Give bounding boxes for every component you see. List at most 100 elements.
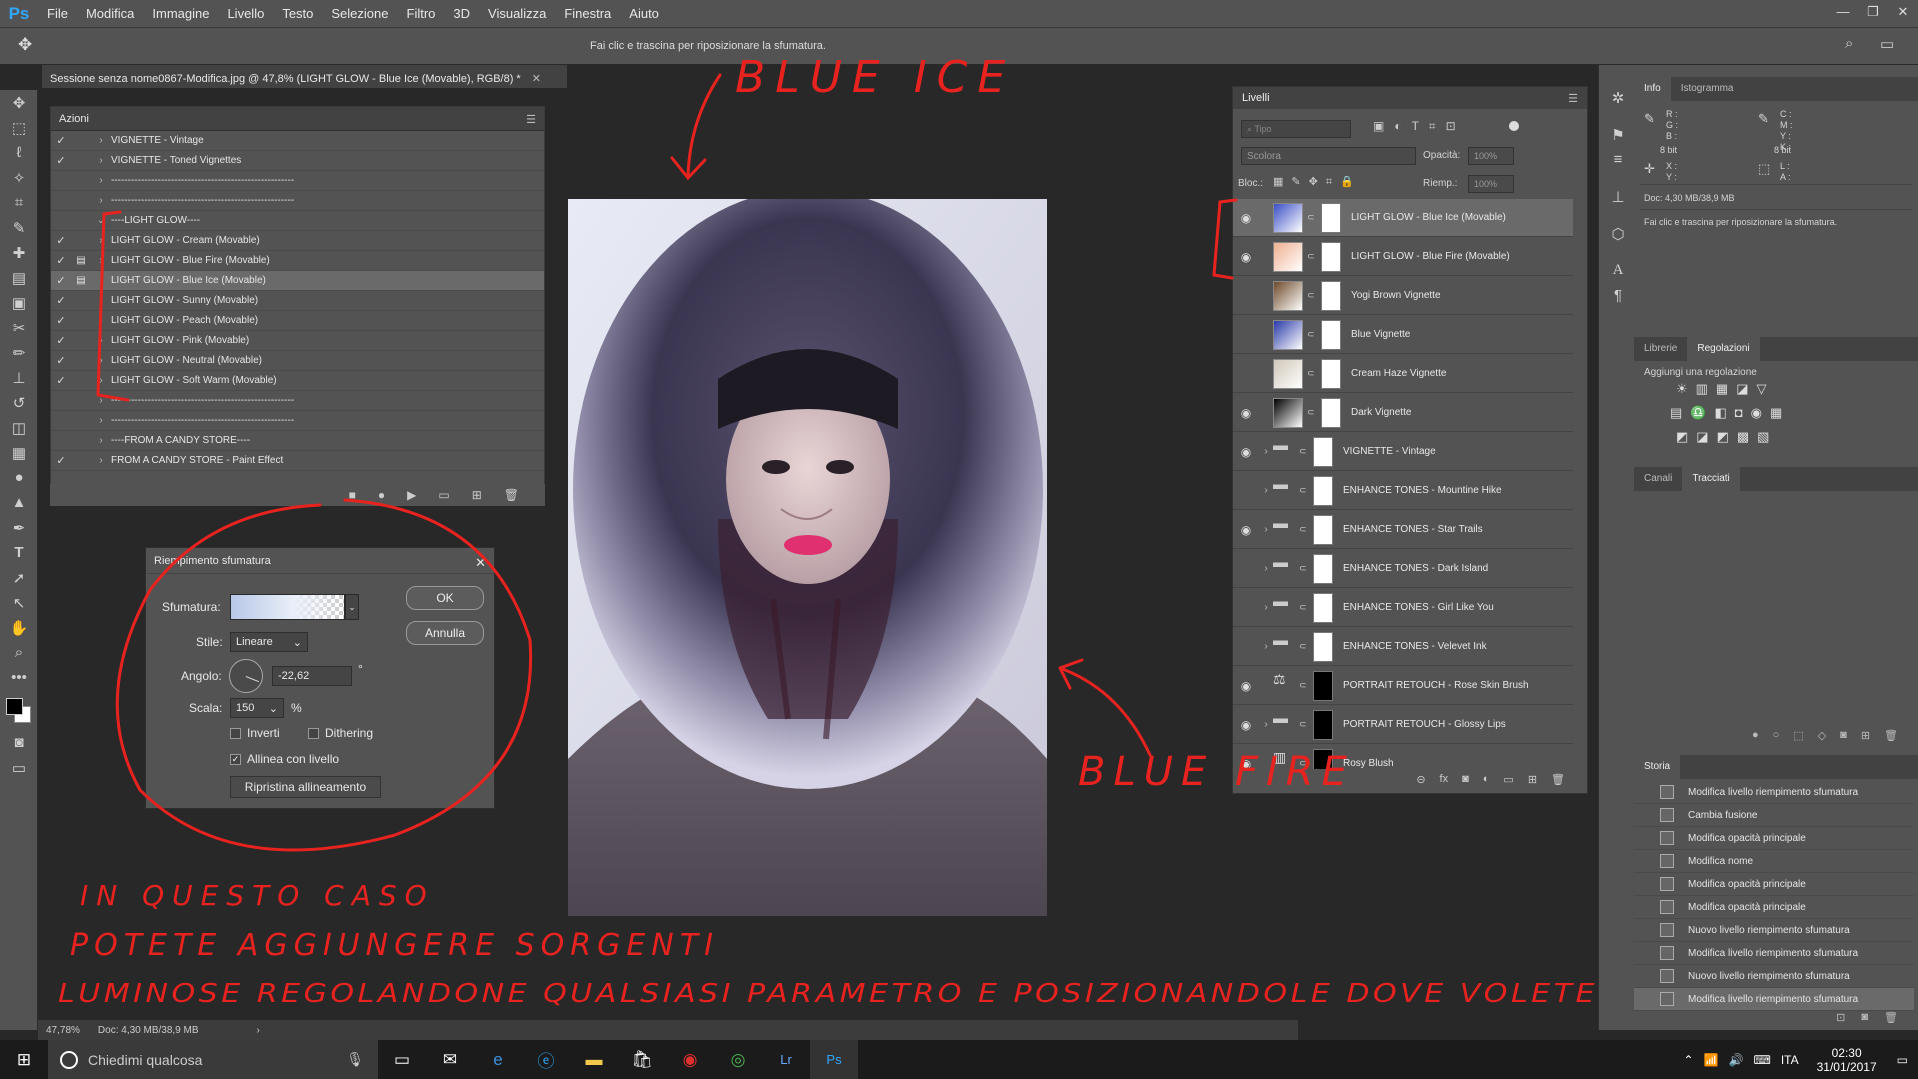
layer-mask-thumbnail[interactable] <box>1313 475 1333 506</box>
magic-wand-icon[interactable]: ✧ <box>0 165 38 190</box>
add-mask-path-icon[interactable]: ◙ <box>1840 729 1847 749</box>
layer-mask-thumbnail[interactable] <box>1313 748 1333 769</box>
layer-row[interactable]: ◉ ▥ ⊂ Rosy Blush <box>1233 745 1573 769</box>
actions-title[interactable]: Azioni <box>59 113 89 125</box>
menu-visualizza[interactable]: Visualizza <box>479 0 555 27</box>
menu-livello[interactable]: Livello <box>218 0 273 27</box>
expand-arrow-icon[interactable]: › <box>91 255 111 266</box>
check-icon[interactable]: ✓ <box>51 454 71 467</box>
delete-state-icon[interactable]: 🗑 <box>1884 1011 1898 1029</box>
eye-icon[interactable]: ◉ <box>1233 757 1259 770</box>
chrome-icon[interactable]: ◎ <box>714 1040 762 1079</box>
check-icon[interactable]: ✓ <box>51 254 71 267</box>
chain-link-icon[interactable]: ⊂ <box>1299 758 1309 769</box>
check-icon[interactable]: ✓ <box>51 374 71 387</box>
tab-history[interactable]: Storia <box>1634 755 1681 779</box>
action-row[interactable]: › ---------------------------------------… <box>51 411 544 431</box>
internet-explorer-icon[interactable]: ⓔ <box>522 1040 570 1079</box>
move-icon[interactable]: ✥ <box>0 90 38 115</box>
dialog-toggle-icon[interactable]: ▤ <box>71 255 91 266</box>
brush-icon[interactable]: ✏ <box>0 340 38 365</box>
layer-row[interactable]: ◉ ⊂ LIGHT GLOW - Blue Fire (Movable) <box>1233 238 1573 276</box>
expand-arrow-icon[interactable]: › <box>1259 485 1273 496</box>
expand-arrow-icon[interactable]: › <box>1259 446 1273 457</box>
layer-mask-thumbnail[interactable] <box>1313 592 1333 623</box>
settings-icon[interactable]: ✲ <box>1599 85 1637 110</box>
gradient-icon[interactable]: ▦ <box>0 440 38 465</box>
stroke-path-icon[interactable]: ○ <box>1773 729 1780 749</box>
hand-icon[interactable]: ✋ <box>0 615 38 640</box>
layer-row[interactable]: ⊂ Cream Haze Vignette <box>1233 355 1573 393</box>
menu-selezione[interactable]: Selezione <box>322 0 397 27</box>
crop-icon[interactable]: ⌗ <box>0 190 38 215</box>
snapshot-icon[interactable]: ◙ <box>1861 1011 1868 1029</box>
history-row[interactable]: Modifica nome <box>1634 850 1914 873</box>
layer-mask-thumbnail[interactable] <box>1321 241 1341 272</box>
workspace-icon[interactable]: ▭ <box>1880 35 1894 53</box>
eye-icon[interactable]: ◉ <box>1233 679 1259 693</box>
lock-icons[interactable]: ▦✎✥⌗🔒 <box>1273 175 1362 189</box>
stop-icon[interactable]: ■ <box>349 488 356 502</box>
expand-arrow-icon[interactable]: › <box>91 135 111 146</box>
chain-link-icon[interactable]: ⊂ <box>1299 719 1309 730</box>
zoom-icon[interactable]: ⌕ <box>0 640 38 665</box>
action-row[interactable]: ✓ › LIGHT GLOW - Peach (Movable) <box>51 311 544 331</box>
path-select-icon[interactable]: ➚ <box>0 565 38 590</box>
close-icon[interactable]: ✕ <box>1888 0 1918 27</box>
add-mask-icon[interactable]: ◙ <box>1462 773 1469 795</box>
tool-presets-icon[interactable]: ≡ <box>1599 147 1637 172</box>
filter-kind-icons[interactable]: ▣◐T⌗⊡ <box>1373 119 1466 134</box>
invert-checkbox[interactable] <box>230 728 241 739</box>
history-row[interactable]: Modifica livello riempimento sfumatura <box>1634 942 1914 965</box>
blend-mode-select[interactable]: Scolora <box>1241 147 1416 165</box>
layer-row[interactable]: › ▬ ⊂ ENHANCE TONES - Girl Like You <box>1233 589 1573 627</box>
action-row[interactable]: › ---------------------------------------… <box>51 391 544 411</box>
pen-icon[interactable]: ✒ <box>0 515 38 540</box>
history-row[interactable]: Modifica opacità principale <box>1634 827 1914 850</box>
layer-mask-thumbnail[interactable] <box>1321 358 1341 389</box>
expand-arrow-icon[interactable]: › <box>1259 563 1273 574</box>
eye-icon[interactable]: ◉ <box>1233 445 1259 459</box>
expand-arrow-icon[interactable]: › <box>91 375 111 386</box>
expand-arrow-icon[interactable]: › <box>1259 602 1273 613</box>
mail-icon[interactable]: ✉ <box>426 1040 474 1079</box>
eye-icon[interactable]: ◉ <box>1233 523 1259 537</box>
menu-immagine[interactable]: Immagine <box>143 0 218 27</box>
history-brush-icon[interactable]: ↺ <box>0 390 38 415</box>
tab-paths[interactable]: Tracciati <box>1682 467 1740 491</box>
fx-icon[interactable]: fx <box>1440 773 1449 795</box>
style-select[interactable]: Lineare ⌄ <box>230 632 308 652</box>
chain-link-icon[interactable]: ⊂ <box>1307 368 1317 379</box>
adjustment-layer-icon[interactable]: ◐ <box>1483 773 1490 795</box>
layer-mask-thumbnail[interactable] <box>1321 280 1341 311</box>
document-canvas[interactable] <box>568 199 1047 916</box>
opacity-input[interactable]: 100% <box>1468 147 1514 165</box>
chain-link-icon[interactable]: ⊂ <box>1299 602 1309 613</box>
adjust-row-3-icons[interactable]: ◩◪◩▩▧ <box>1676 429 1777 445</box>
more-tools-icon[interactable]: ••• <box>0 665 38 690</box>
fill-input[interactable]: 100% <box>1468 175 1514 193</box>
action-row[interactable]: ✓ › LIGHT GLOW - Cream (Movable) <box>51 231 544 251</box>
paragraph-icon[interactable]: ¶ <box>1599 283 1637 308</box>
align-checkbox[interactable]: ✓ <box>230 754 241 765</box>
layer-mask-thumbnail[interactable] <box>1313 553 1333 584</box>
chain-link-icon[interactable]: ⊂ <box>1299 446 1309 457</box>
check-icon[interactable]: ✓ <box>51 334 71 347</box>
action-row[interactable]: ✓ › LIGHT GLOW - Soft Warm (Movable) <box>51 371 544 391</box>
new-set-icon[interactable]: ▭ <box>438 488 449 502</box>
document-tab[interactable]: Sessione senza nome0867-Modifica.jpg @ 4… <box>42 65 567 88</box>
lasso-icon[interactable]: ℓ <box>0 140 38 165</box>
task-view-icon[interactable]: ▭ <box>378 1040 426 1079</box>
network-icon[interactable]: 📶 <box>1704 1053 1719 1067</box>
quick-mask-icon[interactable]: ◙ <box>0 730 38 755</box>
layer-mask-thumbnail[interactable] <box>1321 319 1341 350</box>
patch-icon[interactable]: ▤ <box>0 265 38 290</box>
expand-arrow-icon[interactable]: › <box>91 195 111 206</box>
screen-mode-icon[interactable]: ▭ <box>0 755 38 780</box>
menu-modifica[interactable]: Modifica <box>77 0 143 27</box>
brush-presets-icon[interactable]: ⚑ <box>1599 122 1637 147</box>
shape-icon[interactable]: ↖ <box>0 590 38 615</box>
action-row[interactable]: ⌄ ----LIGHT GLOW---- <box>51 211 544 231</box>
expand-arrow-icon[interactable]: › <box>91 155 111 166</box>
reset-alignment-button[interactable]: Ripristina allineamento <box>230 776 381 798</box>
